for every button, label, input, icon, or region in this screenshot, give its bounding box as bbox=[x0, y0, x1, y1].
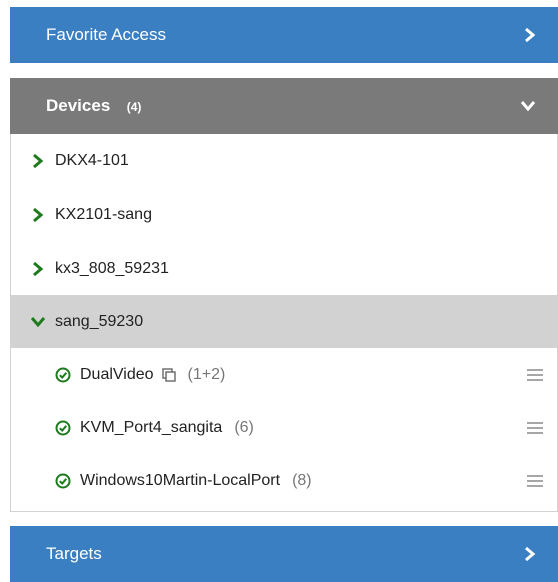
chevron-right-icon bbox=[525, 27, 536, 43]
chevron-down-icon[interactable] bbox=[31, 315, 45, 329]
device-label: DKX4-101 bbox=[55, 151, 129, 169]
check-circle-icon bbox=[55, 420, 71, 435]
menu-icon[interactable] bbox=[527, 474, 543, 487]
favorite-access-title: Favorite Access bbox=[46, 25, 166, 44]
check-circle-icon bbox=[55, 367, 71, 382]
check-circle-icon bbox=[55, 473, 71, 488]
devices-title: Devices bbox=[46, 96, 111, 115]
chevron-down-icon bbox=[520, 101, 536, 112]
chevron-right-icon bbox=[525, 546, 536, 562]
menu-icon[interactable] bbox=[527, 421, 543, 434]
port-item-windows10[interactable]: Windows10Martin-LocalPort (8) bbox=[11, 454, 557, 507]
devices-panel: DKX4-101 KX2101-sang kx3_808_59231 sang_… bbox=[10, 134, 558, 512]
chevron-right-icon[interactable] bbox=[31, 207, 45, 222]
port-label: DualVideo bbox=[80, 365, 154, 383]
device-label: sang_59230 bbox=[55, 312, 144, 330]
device-item-sang-59230[interactable]: sang_59230 bbox=[11, 295, 557, 348]
device-label: kx3_808_59231 bbox=[55, 259, 169, 277]
dual-video-icon bbox=[161, 367, 176, 382]
favorite-access-header[interactable]: Favorite Access bbox=[10, 7, 558, 63]
chevron-right-icon[interactable] bbox=[31, 153, 45, 168]
targets-header[interactable]: Targets bbox=[10, 526, 558, 582]
targets-title: Targets bbox=[46, 544, 102, 563]
port-count: (1+2) bbox=[187, 365, 226, 383]
device-item-kx2101-sang[interactable]: KX2101-sang bbox=[11, 188, 557, 241]
port-count: (6) bbox=[234, 418, 254, 436]
port-label: KVM_Port4_sangita bbox=[80, 418, 223, 436]
device-label: KX2101-sang bbox=[55, 205, 152, 223]
device-item-kx3-808[interactable]: kx3_808_59231 bbox=[11, 242, 557, 295]
chevron-right-icon[interactable] bbox=[31, 261, 45, 276]
port-item-kvm-port4[interactable]: KVM_Port4_sangita (6) bbox=[11, 401, 557, 454]
menu-icon[interactable] bbox=[527, 368, 543, 381]
devices-header[interactable]: Devices (4) bbox=[10, 78, 558, 134]
port-label: Windows10Martin-LocalPort bbox=[80, 471, 281, 489]
devices-count: (4) bbox=[126, 100, 142, 114]
device-item-dkx4-101[interactable]: DKX4-101 bbox=[11, 134, 557, 187]
port-item-dualvideo[interactable]: DualVideo (1+2) bbox=[11, 348, 557, 401]
port-count: (8) bbox=[292, 471, 312, 489]
